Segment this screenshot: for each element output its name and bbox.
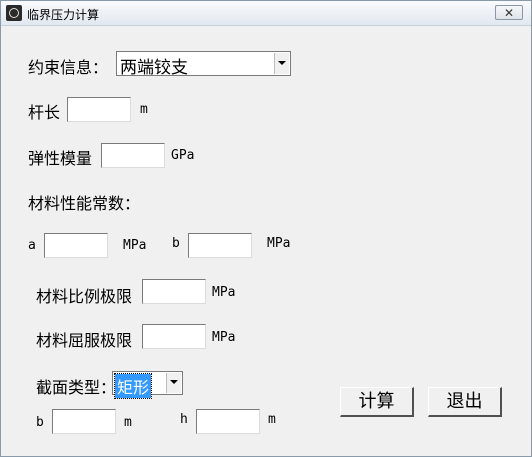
proportional-limit-unit: MPa — [212, 285, 236, 300]
modulus-input[interactable] — [101, 143, 165, 168]
proportional-limit-input[interactable] — [142, 279, 206, 304]
section-value: 矩形 — [113, 373, 153, 399]
b-label: b — [172, 236, 180, 251]
calculate-button[interactable]: 计算 — [340, 387, 414, 417]
a-unit: MPa — [123, 238, 147, 253]
exit-button[interactable]: 退出 — [428, 387, 502, 417]
b-input[interactable] — [188, 233, 252, 258]
chevron-down-icon[interactable] — [274, 53, 289, 74]
length-label: 杆长 — [28, 103, 61, 122]
length-unit: m — [140, 102, 148, 117]
section-b-label: b — [36, 415, 44, 430]
section-h-label: h — [180, 412, 188, 427]
constraint-label: 约束信息： — [28, 58, 109, 77]
section-b-unit: m — [124, 415, 132, 430]
yield-limit-unit: MPa — [212, 330, 236, 345]
constraint-select[interactable]: 两端铰支 — [116, 51, 291, 78]
section-h-unit: m — [268, 412, 276, 427]
section-b-input[interactable] — [52, 409, 116, 434]
app-icon — [6, 5, 22, 21]
main-window: 临界压力计算 ✕ 约束信息： 两端铰支 杆长 m 弹性模量 GPa 材料性能常数… — [0, 0, 532, 457]
a-input[interactable] — [44, 233, 108, 258]
modulus-label: 弹性模量 — [28, 149, 93, 168]
title-bar: 临界压力计算 ✕ — [1, 1, 531, 26]
section-select[interactable]: 矩形 — [112, 371, 183, 399]
window-title: 临界压力计算 — [27, 8, 100, 22]
material-constants-label: 材料性能常数： — [28, 194, 141, 213]
modulus-unit: GPa — [171, 148, 195, 163]
b-unit: MPa — [267, 236, 291, 251]
proportional-limit-label: 材料比例极限 — [36, 287, 133, 306]
section-label: 截面类型： — [36, 378, 117, 397]
yield-limit-input[interactable] — [142, 324, 206, 349]
a-label: a — [28, 238, 36, 253]
chevron-down-icon[interactable] — [166, 373, 181, 393]
length-input[interactable] — [67, 97, 131, 122]
section-h-input[interactable] — [196, 409, 260, 434]
close-button[interactable]: ✕ — [495, 5, 523, 20]
constraint-value: 两端铰支 — [120, 58, 188, 78]
yield-limit-label: 材料屈服极限 — [36, 331, 133, 350]
